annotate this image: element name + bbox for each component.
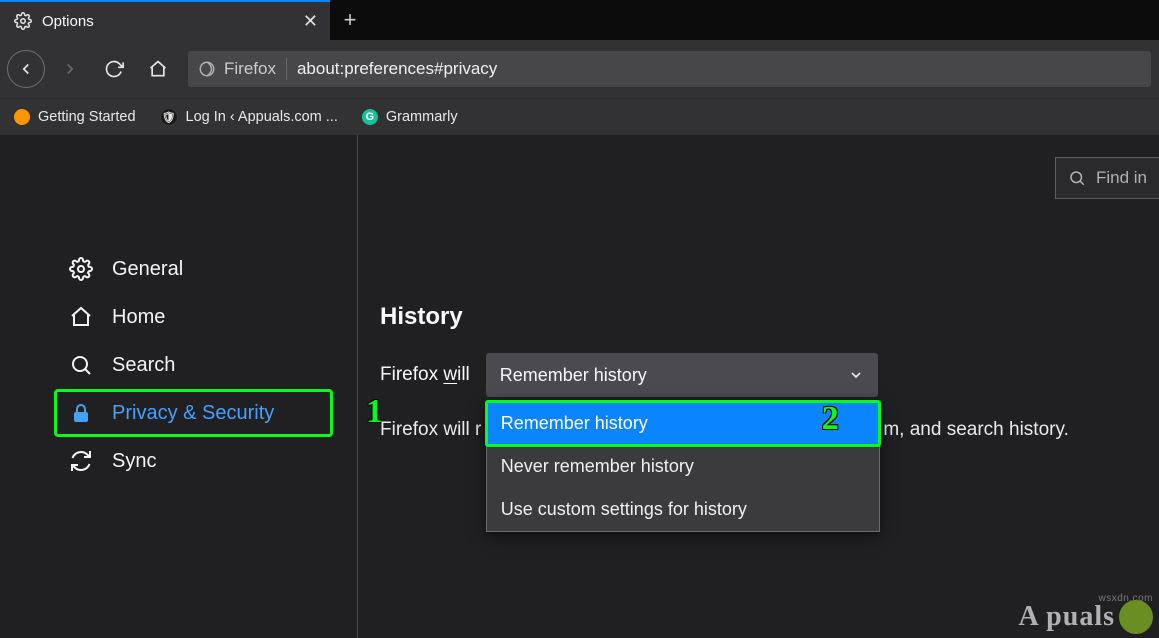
forward-button[interactable] — [50, 49, 90, 89]
reload-button[interactable] — [94, 49, 134, 89]
sidebar-item-label: Privacy & Security — [112, 402, 274, 425]
identity-label: Firefox — [224, 59, 276, 79]
lock-icon — [68, 401, 94, 425]
sidebar-item-label: General — [112, 258, 183, 281]
sync-icon — [68, 449, 94, 473]
history-mode-select[interactable]: Remember history Remember history 2 Neve… — [486, 353, 878, 397]
history-label-accesskey: w — [443, 364, 457, 385]
home-icon — [68, 305, 94, 329]
history-mode-row: Firefox will Remember history Remember h… — [380, 353, 1137, 397]
sidebar-item-general[interactable]: General — [0, 245, 357, 293]
preferences-main: Find in History Firefox will Remember hi… — [358, 135, 1159, 638]
bookmark-appuals[interactable]: 🛡 Log In ‹ Appuals.com ... — [160, 108, 338, 126]
identity-box[interactable]: Firefox — [198, 59, 276, 79]
close-icon[interactable]: ✕ — [303, 12, 318, 30]
bookmark-getting-started[interactable]: Getting Started — [14, 109, 136, 125]
find-placeholder: Find in — [1096, 168, 1147, 188]
bookmark-grammarly[interactable]: G Grammarly — [362, 109, 458, 125]
firefox-favicon-icon — [14, 109, 30, 125]
active-tab[interactable]: Options ✕ — [0, 0, 330, 40]
search-icon — [68, 353, 94, 377]
gear-icon — [68, 257, 94, 281]
sidebar-item-sync[interactable]: Sync — [0, 437, 357, 485]
navigation-toolbar: Firefox about:preferences#privacy — [0, 40, 1159, 98]
bookmark-label: Grammarly — [386, 109, 458, 125]
sidebar-item-search[interactable]: Search — [0, 341, 357, 389]
grammarly-favicon-icon: G — [362, 109, 378, 125]
url-divider — [286, 58, 287, 80]
select-option-remember[interactable]: Remember history 2 — [487, 402, 879, 445]
history-description-right: m, and search history. — [883, 419, 1069, 440]
search-icon — [1068, 169, 1086, 187]
bookmark-label: Getting Started — [38, 109, 136, 125]
tab-title: Options — [42, 13, 293, 30]
history-description-left: Firefox will r — [380, 419, 481, 440]
preferences-sidebar: General Home Search Privacy & Security 1 — [0, 135, 358, 638]
preferences-content: General Home Search Privacy & Security 1 — [0, 135, 1159, 638]
select-current[interactable]: Remember history — [486, 353, 878, 397]
option-label: Remember history — [501, 413, 648, 433]
sidebar-item-label: Home — [112, 306, 165, 329]
sidebar-item-label: Sync — [112, 450, 156, 473]
select-option-custom[interactable]: Use custom settings for history — [487, 488, 879, 531]
home-button[interactable] — [138, 49, 178, 89]
select-dropdown: Remember history 2 Never remember histor… — [486, 401, 880, 532]
find-in-options[interactable]: Find in — [1055, 157, 1159, 199]
address-bar[interactable]: Firefox about:preferences#privacy — [188, 51, 1151, 87]
sidebar-item-home[interactable]: Home — [0, 293, 357, 341]
tab-strip: Options ✕ + — [0, 0, 1159, 40]
url-text: about:preferences#privacy — [297, 59, 497, 79]
gear-icon — [14, 12, 32, 30]
new-tab-button[interactable]: + — [330, 0, 370, 40]
back-button[interactable] — [6, 49, 46, 89]
sidebar-item-privacy[interactable]: Privacy & Security 1 — [0, 389, 357, 437]
history-heading: History — [380, 303, 1137, 331]
history-label: Firefox will — [380, 364, 470, 386]
appuals-favicon-icon: 🛡 — [160, 108, 178, 126]
watermark-text: A puals — [1019, 601, 1116, 633]
history-label-suffix: ill — [457, 364, 470, 385]
firefox-icon — [198, 60, 216, 78]
bookmarks-toolbar: Getting Started 🛡 Log In ‹ Appuals.com .… — [0, 98, 1159, 135]
history-label-prefix: Firefox — [380, 364, 443, 385]
mascot-icon — [1119, 600, 1153, 634]
watermark: A puals — [1019, 600, 1154, 634]
annotation-label-2: 2 — [822, 400, 839, 438]
bookmark-label: Log In ‹ Appuals.com ... — [186, 109, 338, 125]
option-label: Use custom settings for history — [501, 499, 747, 519]
select-option-never[interactable]: Never remember history — [487, 445, 879, 488]
sidebar-item-label: Search — [112, 354, 175, 377]
chevron-down-icon — [848, 367, 864, 383]
select-value: Remember history — [500, 365, 647, 386]
option-label: Never remember history — [501, 456, 694, 476]
